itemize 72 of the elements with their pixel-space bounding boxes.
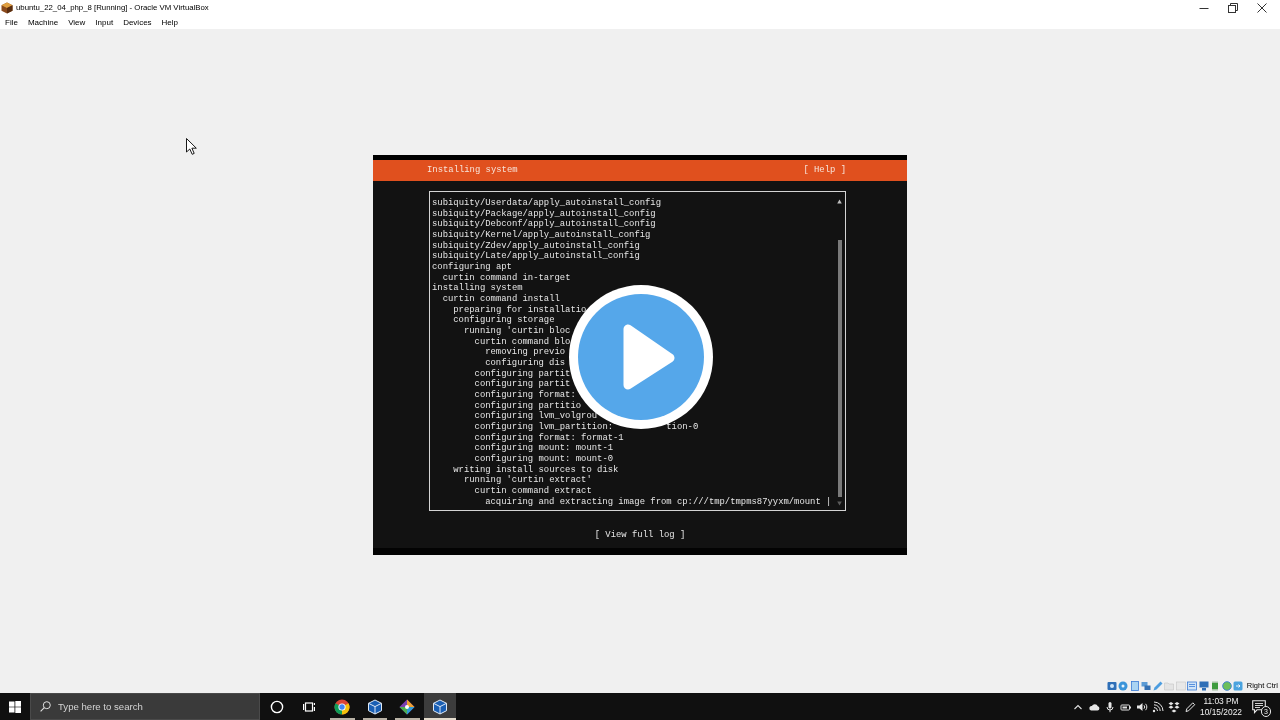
log-line: subiquity/Kernel/apply_autoinstall_config [432,230,651,241]
microphone-icon[interactable] [1104,700,1116,713]
log-line: writing install sources to disk [453,464,619,475]
log-line: subiquity/Debconf/apply_autoinstall_config [432,219,656,230]
globe-icon[interactable] [1221,680,1232,691]
document-icon[interactable] [1129,680,1140,691]
log-line: curtin command extract [474,486,592,497]
menu-item[interactable]: Input [90,17,119,28]
menu-item[interactable]: File [0,17,23,28]
log-line: running 'curtin extract' [463,475,592,486]
log-line: configuring apt [432,262,512,273]
log-line: subiquity/Userdata/apply_autoinstall_config [432,198,661,209]
task-view-icon[interactable] [302,699,317,714]
cube-icon [366,698,383,715]
scroll-down-icon[interactable] [837,501,842,506]
menu-item[interactable]: View [63,17,91,28]
close-icon[interactable] [1257,3,1267,13]
log-line: preparing for installatio [453,304,587,315]
volume-icon[interactable] [1136,700,1148,713]
menu-item[interactable]: Devices [118,17,157,28]
log-line: configuring dis [485,358,566,369]
log-line: configuring format: [474,390,576,401]
wifi-icon[interactable] [1152,700,1164,713]
ring-icon[interactable] [270,699,285,714]
log-line: curtin command blo [474,336,571,347]
log-line: configuring lvm_partition: [474,422,614,433]
notification-icon[interactable] [1252,699,1266,714]
monitor-icon[interactable] [1198,680,1209,691]
cube-icon [431,698,448,715]
pen-icon[interactable] [1184,700,1196,713]
log-line-fragment: tion-0 [666,422,699,433]
log-line: subiquity/Package/apply_autoinstall_config [432,208,656,219]
view-log-button[interactable]: [ View full log ] [592,529,688,541]
log-line: curtin command in-target [442,272,571,283]
log-line: configuring lvm_volgrou [474,411,598,422]
hard-disk-icon[interactable] [1106,680,1117,691]
log-line: running 'curtin bloc [463,326,571,337]
menu-item[interactable]: Machine [22,17,64,28]
log-line: configuring partit [474,379,571,390]
taskbar-app-button[interactable] [423,693,456,720]
log-line: acquiring and extracting image from cp:///tmp/tmpms87yyxm/mount | [485,496,832,508]
log-line: curtin command install [442,294,560,305]
log-line: configuring format: format-1 [474,432,624,443]
window-icon[interactable] [1187,680,1198,691]
log-line: configuring partit [474,368,571,379]
optical-disc-icon[interactable] [1118,680,1129,691]
scrollbar-thumb[interactable] [838,240,842,497]
search-icon [40,701,51,712]
network-icon[interactable] [1141,680,1152,691]
diamond-icon [399,698,416,715]
stylus-icon[interactable] [1152,680,1163,691]
cube-icon [1,2,13,14]
search-field[interactable]: Type here to search [30,693,260,720]
diamonds-icon[interactable] [1168,700,1180,713]
chip-icon[interactable] [1210,680,1221,691]
start-icon[interactable] [9,700,21,713]
browser-icon [334,698,351,715]
log-line: configuring mount: mount-1 [474,443,614,454]
log-line: removing previo [485,347,566,358]
log-line: installing system [432,283,523,294]
scroll-up-icon[interactable] [837,199,842,204]
installer-title: Installing system [427,165,518,176]
menu-item[interactable]: Help [156,17,184,28]
log-line: configuring mount: mount-0 [474,454,614,465]
log-line: configuring partitio [474,400,582,411]
log-line: subiquity/Zdev/apply_autoinstall_config [432,240,640,251]
clock-date[interactable]: 10/15/2022 [1200,706,1242,718]
log-line: subiquity/Late/apply_autoinstall_config [432,251,640,262]
clock-time[interactable]: 11:03 PM [1203,695,1239,707]
mouse-pointer-icon [186,138,197,155]
restore-icon[interactable] [1228,3,1238,13]
log-line: configuring storage [453,315,555,326]
